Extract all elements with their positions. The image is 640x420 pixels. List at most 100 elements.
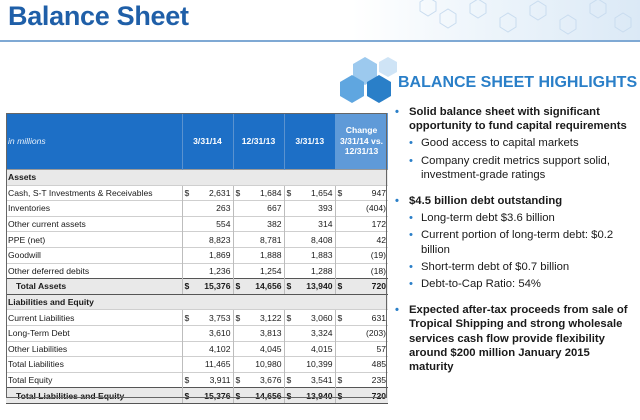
- currency-symbol: $: [334, 278, 345, 295]
- header-divider: [0, 40, 640, 42]
- table-row: Cash, S-T Investments & Receivables $2,63…: [6, 184, 389, 201]
- currency-symbol: $: [334, 371, 345, 388]
- value-cell: 4,015: [293, 340, 336, 357]
- row-label: Other current assets: [6, 215, 182, 232]
- value-cell: 1,236: [191, 262, 233, 279]
- value-cell: 1,883: [293, 246, 336, 264]
- row-label: Total Liabilities and Equity: [6, 387, 182, 404]
- change-cell: 720: [344, 387, 389, 404]
- table-row: Other current assets 554 382 314 172: [6, 215, 389, 232]
- value-cell: 14,656: [242, 387, 285, 404]
- currency-symbol: [181, 324, 191, 342]
- currency-symbol: [232, 231, 242, 248]
- value-cell: 3,911: [191, 371, 233, 388]
- currency-symbol: [232, 324, 242, 342]
- value-cell: 1,654: [293, 184, 336, 201]
- value-cell: 3,541: [293, 371, 336, 388]
- currency-symbol: [232, 340, 242, 357]
- row-label: Current Liabilities: [6, 309, 182, 326]
- value-cell: 393: [293, 200, 336, 217]
- value-cell: 13,940: [293, 387, 336, 404]
- currency-symbol: $: [283, 184, 294, 201]
- currency-symbol: $: [283, 371, 294, 388]
- value-cell: 3,676: [242, 371, 285, 388]
- currency-symbol: [181, 262, 191, 279]
- column-date-header: 3/31/14: [181, 113, 233, 170]
- table-row: Long-Term Debt 3,610 3,813 3,324 (203): [6, 324, 389, 342]
- value-cell: 554: [191, 215, 233, 232]
- currency-symbol: [283, 246, 294, 264]
- value-cell: 10,399: [293, 356, 336, 373]
- section-label: Liabilities and Equity: [6, 293, 389, 310]
- value-cell: 8,781: [242, 231, 285, 248]
- value-cell: 15,376: [191, 387, 233, 404]
- row-label: Total Equity: [6, 371, 182, 388]
- change-cell: 720: [344, 278, 389, 295]
- highlight-bullet: • $4.5 billion debt outstanding: [395, 195, 563, 208]
- row-label: Other Liabilities: [6, 340, 182, 357]
- currency-symbol: [283, 356, 294, 373]
- currency-symbol: [283, 340, 294, 357]
- value-cell: 4,102: [191, 340, 233, 357]
- change-cell: 57: [344, 340, 389, 357]
- change-cell: 42: [344, 231, 389, 248]
- row-label: Inventories: [6, 200, 182, 217]
- value-cell: 8,823: [191, 231, 233, 248]
- row-label: Goodwill: [6, 246, 182, 264]
- change-cell: (203): [344, 324, 389, 342]
- row-label: Total Liabilities: [6, 356, 182, 373]
- currency-symbol: [181, 356, 191, 373]
- change-cell: (19): [344, 246, 389, 264]
- value-cell: 15,376: [191, 278, 233, 295]
- currency-symbol: [181, 215, 191, 232]
- currency-symbol: [181, 231, 191, 248]
- change-cell: 947: [344, 184, 389, 201]
- currency-symbol: [334, 324, 345, 342]
- currency-symbol: $: [181, 278, 191, 295]
- value-cell: 2,631: [191, 184, 233, 201]
- currency-symbol: $: [181, 309, 191, 326]
- section-header-row: Liabilities and Equity: [6, 293, 389, 310]
- row-label: Long-Term Debt: [6, 324, 182, 342]
- highlight-subbullet: • Debt-to-Cap Ratio: 54%: [409, 278, 541, 291]
- table-row: Total Liabilities 11,465 10,980 10,399 485: [6, 356, 389, 373]
- highlight-subbullet: • Good access to capital markets: [409, 137, 579, 150]
- value-cell: 11,465: [191, 356, 233, 373]
- change-cell: 631: [344, 309, 389, 326]
- value-cell: 13,940: [293, 278, 336, 295]
- value-cell: 1,288: [293, 262, 336, 279]
- highlights-list: • Solid balance sheet with significant op…: [395, 105, 635, 377]
- value-cell: 1,684: [242, 184, 285, 201]
- value-cell: 1,869: [191, 246, 233, 264]
- currency-symbol: [283, 324, 294, 342]
- currency-symbol: [334, 262, 345, 279]
- currency-symbol: [283, 200, 294, 217]
- currency-symbol: $: [181, 184, 191, 201]
- value-cell: 10,980: [242, 356, 285, 373]
- currency-symbol: [232, 200, 242, 217]
- value-cell: 3,610: [191, 324, 233, 342]
- currency-symbol: $: [181, 387, 191, 404]
- section-label: Assets: [6, 169, 389, 186]
- table-row: Goodwill 1,869 1,888 1,883 (19): [6, 246, 389, 264]
- currency-symbol: [334, 231, 345, 248]
- currency-symbol: [181, 246, 191, 264]
- currency-symbol: [181, 200, 191, 217]
- row-label: Cash, S-T Investments & Receivables: [6, 184, 182, 201]
- currency-symbol: [334, 246, 345, 264]
- units-label: in millions: [6, 113, 182, 170]
- table-row: Other deferred debits 1,236 1,254 1,288 (18): [6, 262, 389, 279]
- value-cell: 3,324: [293, 324, 336, 342]
- change-cell: 172: [344, 215, 389, 232]
- currency-symbol: [334, 215, 345, 232]
- value-cell: 263: [191, 200, 233, 217]
- value-cell: 14,656: [242, 278, 285, 295]
- value-cell: 667: [242, 200, 285, 217]
- currency-symbol: $: [232, 278, 242, 295]
- column-date-header: 12/31/13: [232, 113, 285, 170]
- value-cell: 382: [242, 215, 285, 232]
- currency-symbol: [232, 246, 242, 264]
- currency-symbol: [283, 262, 294, 279]
- highlight-subbullet: • Current portion of long-term debt: $0.2…: [409, 229, 614, 256]
- currency-symbol: [283, 215, 294, 232]
